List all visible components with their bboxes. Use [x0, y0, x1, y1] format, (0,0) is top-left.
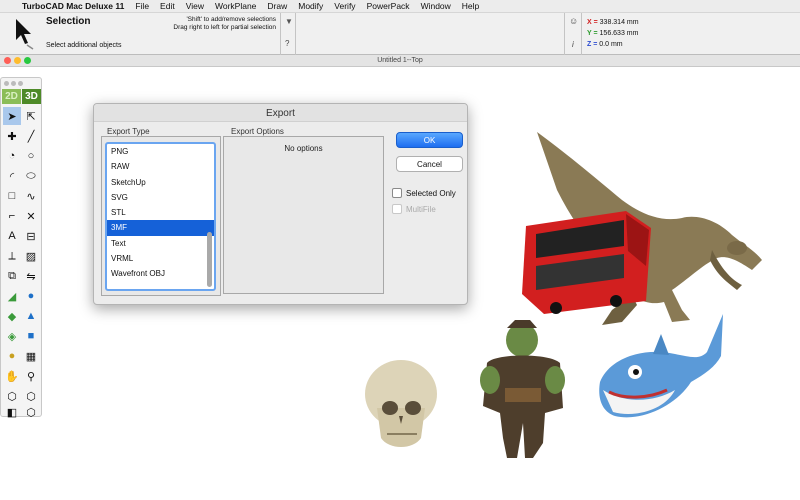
insert-tool-icon[interactable]: ⟂ [3, 247, 21, 265]
ellipse-tool-icon[interactable]: ⬭ [22, 167, 40, 185]
list-scrollbar[interactable] [207, 232, 212, 287]
toolbar-divider [280, 13, 281, 55]
multifile-checkbox: MultiFile [392, 204, 436, 214]
node-select-tool-icon[interactable]: ⇱ [22, 107, 40, 125]
list-item-png[interactable]: PNG [107, 144, 214, 159]
view-front-icon[interactable]: ◧ [3, 403, 21, 421]
x-label: X = [587, 19, 598, 26]
point-tool-icon[interactable]: ✚ [3, 127, 21, 145]
no-options-text: No options [284, 144, 323, 153]
list-item-svg[interactable]: SVG [107, 190, 214, 205]
hint-drag: Drag right to left for partial selection [173, 24, 276, 31]
checkbox-box[interactable] [392, 188, 402, 198]
y-label: Y = [587, 30, 598, 37]
z-label: Z = [587, 41, 598, 48]
extrude-tool-icon[interactable]: ◢ [3, 287, 21, 305]
export-dialog: Export Export Type Export Options PNG RA… [93, 103, 468, 305]
menu-modify[interactable]: Modify [298, 1, 323, 11]
revolve-tool-icon[interactable]: ◆ [3, 307, 21, 325]
menu-window[interactable]: Window [421, 1, 451, 11]
list-item-text[interactable]: Text [107, 236, 214, 251]
menu-bar: TurboCAD Mac Deluxe 11 File Edit View Wo… [0, 0, 800, 13]
list-item-wavefront-obj[interactable]: Wavefront OBJ [107, 266, 214, 281]
zoom-magnifier-icon[interactable]: ⚲ [22, 367, 40, 385]
menu-edit[interactable]: Edit [160, 1, 175, 11]
rectangle-tool-icon[interactable]: □ [3, 187, 21, 205]
selected-only-label: Selected Only [406, 188, 456, 198]
list-item-3mf-selected[interactable]: 3MF [107, 220, 214, 236]
fillet-tool-icon[interactable]: ⌐ [3, 207, 21, 225]
mode-2d-button[interactable]: 2D [2, 89, 21, 104]
menu-view[interactable]: View [186, 1, 204, 11]
export-options-group: No options [223, 136, 384, 294]
menu-file[interactable]: File [135, 1, 149, 11]
hint-shift: 'Shift' to add/remove selections [186, 16, 276, 23]
export-type-list[interactable]: PNG RAW SketchUp SVG STL 3MF Text VRML W… [105, 142, 216, 291]
list-item-stl[interactable]: STL [107, 205, 214, 220]
dropdown-triangle-icon[interactable]: ▼ [285, 17, 293, 26]
coordinate-readout: X = 338.314 mm Y = 156.633 mm Z = 0.0 mm [587, 17, 639, 50]
spline-tool-icon[interactable]: ∿ [22, 187, 40, 205]
window-title: Untitled 1--Top [377, 57, 423, 64]
window-title-bar: Untitled 1--Top [0, 55, 800, 67]
bus-model[interactable] [516, 206, 654, 316]
loft-tool-icon[interactable]: ▲ [22, 307, 40, 325]
export-type-group: PNG RAW SketchUp SVG STL 3MF Text VRML W… [101, 136, 221, 296]
tool-subtitle: Select additional objects [46, 42, 122, 49]
select-tool-icon[interactable]: ➤ [3, 107, 21, 125]
export-options-label: Export Options [231, 127, 284, 136]
view-top-icon[interactable]: ⬡ [22, 403, 40, 421]
shark-model[interactable] [595, 312, 727, 440]
info-icon[interactable]: i [572, 40, 574, 49]
help-question-icon[interactable]: ? [285, 39, 289, 48]
menu-workplane[interactable]: WorkPlane [215, 1, 256, 11]
boolean-tool-icon[interactable]: ◈ [3, 327, 21, 345]
menu-help[interactable]: Help [462, 1, 479, 11]
list-item-sketchup[interactable]: SketchUp [107, 175, 214, 190]
menu-draw[interactable]: Draw [267, 1, 287, 11]
arc-tool-icon[interactable]: ◔ [3, 147, 21, 165]
text-tool-icon[interactable]: A [3, 227, 21, 245]
circle-tool-icon[interactable]: ○ [22, 147, 40, 165]
menu-powerpack[interactable]: PowerPack [367, 1, 410, 11]
layout-tool-icon[interactable]: ▦ [22, 347, 40, 365]
hatch-tool-icon[interactable]: ▨ [22, 247, 40, 265]
palette-window-dots [4, 81, 23, 86]
tool-palette: 2D 3D ➤ ⇱ ✚ ╱ ◔ ○ ◜ ⬭ □ ∿ ⌐ ✕ A ⊟ ⟂ ▨ ⧉ … [0, 77, 42, 419]
tool-title: Selection [46, 16, 91, 27]
inspector-bar: Selection Select additional objects 'Shi… [0, 13, 800, 55]
smiley-icon[interactable]: ☺ [569, 16, 578, 26]
orc-model[interactable] [475, 318, 570, 460]
list-item-vrml[interactable]: VRML [107, 251, 214, 266]
multifile-label: MultiFile [406, 204, 436, 214]
mirror-tool-icon[interactable]: ⇋ [22, 267, 40, 285]
app-name-menu[interactable]: TurboCAD Mac Deluxe 11 [22, 1, 124, 11]
checkbox-box [392, 204, 402, 214]
selected-only-checkbox[interactable]: Selected Only [392, 188, 456, 198]
mode-3d-button[interactable]: 3D [22, 89, 41, 104]
dialog-title: Export [94, 104, 467, 122]
cancel-button[interactable]: Cancel [396, 156, 463, 172]
box-tool-icon[interactable]: ■ [22, 327, 40, 345]
trim-tool-icon[interactable]: ✕ [22, 207, 40, 225]
curve-tool-icon[interactable]: ◜ [3, 167, 21, 185]
selection-arrow-icon [16, 19, 34, 50]
dimension-tool-icon[interactable]: ⊟ [22, 227, 40, 245]
y-value: 156.633 mm [599, 30, 639, 37]
toolbar-divider [581, 13, 582, 55]
scale-tool-icon[interactable]: ⧉ [3, 267, 21, 285]
line-tool-icon[interactable]: ╱ [22, 127, 40, 145]
menu-verify[interactable]: Verify [334, 1, 355, 11]
list-item-raw[interactable]: RAW [107, 159, 214, 174]
z-value: 0.0 mm [599, 41, 623, 48]
ok-button[interactable]: OK [396, 132, 463, 148]
x-value: 338.314 mm [599, 19, 639, 26]
export-type-label: Export Type [107, 127, 150, 136]
sphere-tool-icon[interactable]: ● [22, 287, 40, 305]
render-tool-icon[interactable]: ● [3, 347, 21, 365]
toolbar-divider [295, 13, 296, 55]
skull-model[interactable] [363, 358, 439, 452]
toolbar-divider [564, 13, 565, 55]
pan-hand-icon[interactable]: ✋ [3, 367, 21, 385]
